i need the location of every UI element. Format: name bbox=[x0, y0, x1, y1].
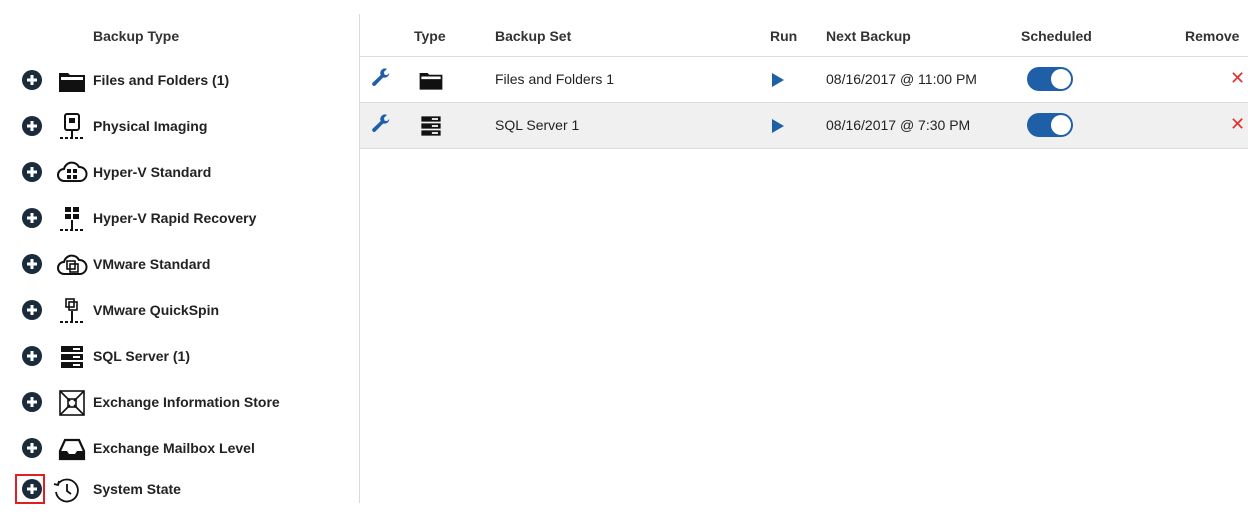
hyperv-network-icon bbox=[60, 207, 84, 231]
backup-type-exchange-mailbox-level[interactable]: Exchange Mailbox Level bbox=[0, 425, 359, 471]
play-icon[interactable] bbox=[771, 72, 785, 88]
vmware-cloud-icon bbox=[57, 254, 88, 275]
folder-icon bbox=[419, 73, 443, 90]
mailbox-tray-icon bbox=[58, 438, 86, 461]
table-row[interactable]: Files and Folders 1 08/16/2017 @ 11:00 P… bbox=[360, 57, 1248, 103]
column-header-next-backup: Next Backup bbox=[826, 28, 911, 44]
wrench-icon[interactable] bbox=[370, 68, 392, 90]
plus-circle-icon[interactable] bbox=[22, 162, 42, 182]
backup-set-name: SQL Server 1 bbox=[495, 117, 580, 133]
backup-type-label: VMware Standard bbox=[93, 256, 211, 272]
sql-server-icon bbox=[421, 116, 441, 136]
backup-type-vmware-quickspin[interactable]: VMware QuickSpin bbox=[0, 287, 359, 333]
backup-type-vmware-standard[interactable]: VMware Standard bbox=[0, 241, 359, 287]
backup-type-files-and-folders[interactable]: Files and Folders (1) bbox=[0, 57, 359, 103]
scheduled-toggle[interactable] bbox=[1027, 113, 1073, 137]
next-backup-time: 08/16/2017 @ 7:30 PM bbox=[826, 117, 971, 133]
table-row[interactable]: SQL Server 1 08/16/2017 @ 7:30 PM ✕ bbox=[360, 103, 1248, 149]
backup-type-physical-imaging[interactable]: Physical Imaging bbox=[0, 103, 359, 149]
backup-type-label: Hyper-V Rapid Recovery bbox=[93, 210, 257, 226]
backup-sets-table: Type Backup Set Run Next Backup Schedule… bbox=[360, 0, 1248, 503]
backup-type-label: System State bbox=[93, 481, 181, 497]
plus-circle-icon[interactable] bbox=[22, 116, 42, 136]
backup-type-label: Physical Imaging bbox=[93, 118, 208, 134]
plus-circle-icon[interactable] bbox=[22, 392, 42, 412]
backup-type-hyperv-standard[interactable]: Hyper-V Standard bbox=[0, 149, 359, 195]
plus-circle-icon[interactable] bbox=[22, 208, 42, 228]
backup-type-label: Files and Folders (1) bbox=[93, 72, 230, 88]
physical-server-icon bbox=[60, 113, 84, 139]
backup-type-label: VMware QuickSpin bbox=[93, 302, 220, 318]
plus-circle-icon[interactable] bbox=[22, 479, 42, 499]
column-header-backup-set: Backup Set bbox=[495, 28, 572, 44]
backup-type-exchange-information-store[interactable]: Exchange Information Store bbox=[0, 379, 359, 425]
backup-type-panel: Backup Type Files and Folders (1) Physic… bbox=[0, 0, 360, 504]
backup-type-sql-server[interactable]: SQL Server (1) bbox=[0, 333, 359, 379]
next-backup-time: 08/16/2017 @ 11:00 PM bbox=[826, 71, 977, 87]
history-clock-icon bbox=[53, 478, 79, 503]
sql-server-icon bbox=[61, 346, 83, 368]
plus-circle-icon[interactable] bbox=[22, 70, 42, 90]
backup-type-label: Exchange Mailbox Level bbox=[93, 440, 255, 456]
backup-type-label: Exchange Information Store bbox=[93, 394, 280, 410]
column-header-run: Run bbox=[770, 28, 798, 44]
column-header-remove: Remove bbox=[1185, 28, 1240, 44]
hyperv-cloud-icon bbox=[57, 161, 88, 182]
column-header-scheduled: Scheduled bbox=[1021, 28, 1092, 44]
backup-set-name: Files and Folders 1 bbox=[495, 71, 615, 87]
play-icon[interactable] bbox=[771, 118, 785, 134]
plus-circle-icon[interactable] bbox=[22, 254, 42, 274]
plus-circle-icon[interactable] bbox=[22, 300, 42, 320]
backup-type-label: Hyper-V Standard bbox=[93, 164, 212, 180]
backup-type-label: SQL Server (1) bbox=[93, 348, 191, 364]
plus-circle-icon[interactable] bbox=[22, 438, 42, 458]
plus-circle-icon[interactable] bbox=[22, 346, 42, 366]
vmware-network-icon bbox=[60, 298, 84, 323]
backup-type-system-state[interactable]: System State bbox=[0, 468, 359, 514]
backup-type-header: Backup Type bbox=[93, 28, 180, 44]
folder-icon bbox=[59, 73, 85, 92]
backup-type-hyperv-rapid-recovery[interactable]: Hyper-V Rapid Recovery bbox=[0, 195, 359, 241]
wrench-icon[interactable] bbox=[370, 114, 392, 136]
remove-icon[interactable]: ✕ bbox=[1230, 68, 1245, 89]
exchange-store-icon bbox=[59, 390, 85, 416]
remove-icon[interactable]: ✕ bbox=[1230, 114, 1245, 135]
scheduled-toggle[interactable] bbox=[1027, 67, 1073, 91]
column-header-type: Type bbox=[414, 28, 446, 44]
